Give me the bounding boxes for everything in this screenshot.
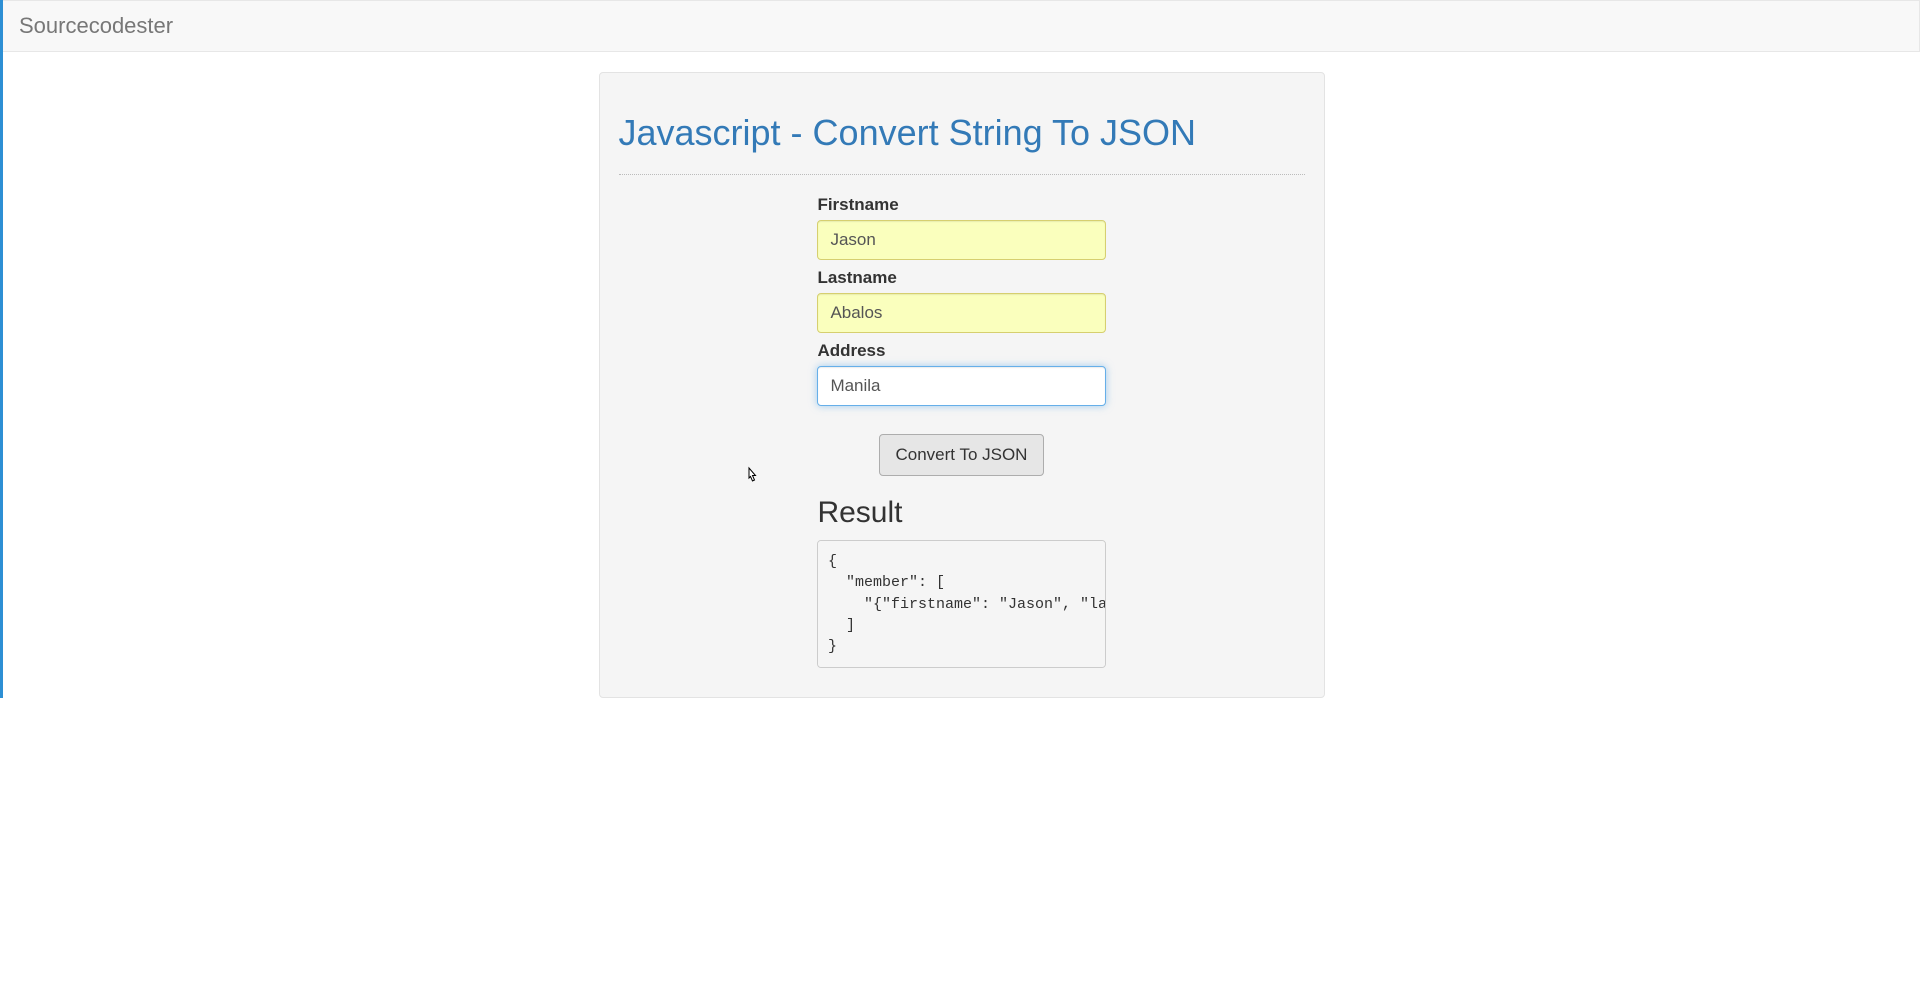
main-container: Javascript - Convert String To JSON Firs… xyxy=(584,72,1340,698)
navbar-brand[interactable]: Sourcecodester xyxy=(19,1,173,51)
form-column: Firstname Lastname Address Convert To JS… xyxy=(817,195,1105,668)
convert-button[interactable]: Convert To JSON xyxy=(879,434,1045,476)
form-group: Firstname Lastname Address Convert To JS… xyxy=(817,195,1105,476)
row: Javascript - Convert String To JSON Firs… xyxy=(599,72,1325,698)
button-row: Convert To JSON xyxy=(817,434,1105,476)
lastname-label: Lastname xyxy=(817,268,1105,288)
firstname-input[interactable] xyxy=(817,220,1105,260)
result-heading: Result xyxy=(817,496,1105,530)
result-output[interactable]: { "member": [ "{"firstname": "Jason", "l… xyxy=(817,540,1105,668)
address-input[interactable] xyxy=(817,366,1105,406)
address-label: Address xyxy=(817,341,1105,361)
lastname-input[interactable] xyxy=(817,293,1105,333)
title-divider xyxy=(619,174,1305,175)
navbar: Sourcecodester xyxy=(3,0,1920,52)
page-title: Javascript - Convert String To JSON xyxy=(619,112,1305,154)
firstname-label: Firstname xyxy=(817,195,1105,215)
well-panel: Javascript - Convert String To JSON Firs… xyxy=(599,72,1325,698)
